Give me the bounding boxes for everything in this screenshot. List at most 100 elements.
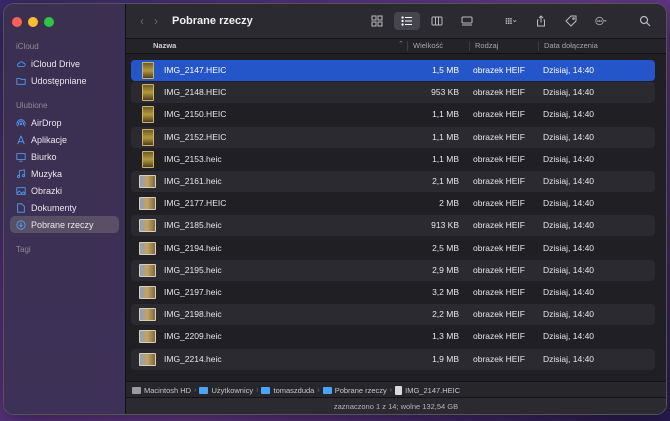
gallery-view-button[interactable] (454, 12, 480, 30)
tags-button[interactable] (558, 12, 584, 30)
list-view-button[interactable] (394, 12, 420, 30)
window-controls (4, 14, 125, 30)
file-date: Dzisiaj, 14:40 (543, 220, 595, 231)
path-crumb[interactable]: tomaszduda (261, 386, 314, 395)
file-name: IMG_2185.heic (164, 220, 222, 231)
image-thumbnail-icon (142, 84, 154, 102)
status-bar: zaznaczono 1 z 14; wolne 132,54 GB (126, 397, 666, 414)
path-crumb[interactable]: Pobrane rzeczy (322, 386, 387, 395)
sidebar-item[interactable]: Obrazki (10, 182, 119, 199)
column-size[interactable]: Wielkość (413, 41, 443, 50)
file-size: 2 MB (439, 198, 459, 209)
file-date: Dzisiaj, 14:40 (543, 87, 595, 98)
file-date: Dzisiaj, 14:40 (543, 287, 595, 297)
music-icon (16, 168, 26, 179)
sidebar-item[interactable]: Pobrane rzeczy (10, 216, 119, 233)
sidebar-item-label: Biurko (31, 151, 57, 162)
sidebar-item[interactable]: iCloud Drive (10, 55, 119, 72)
file-kind: obrazek HEIF (473, 287, 525, 297)
file-kind: obrazek HEIF (473, 153, 525, 164)
shared-folder-icon (16, 76, 26, 86)
documents-icon (16, 202, 26, 213)
sidebar-item[interactable]: Muzyka (10, 165, 119, 182)
file-row[interactable]: IMG_2161.heic 2,1 MB obrazek HEIF Dzisiaj, … (131, 171, 655, 192)
file-row[interactable]: IMG_2148.HEIC 953 KB obrazek HEIF Dzisiaj, … (131, 82, 655, 104)
sidebar-item[interactable]: Aplikacje (10, 131, 119, 148)
forward-arrow-icon[interactable]: › (154, 14, 158, 28)
folder-icon (199, 386, 209, 394)
file-row[interactable]: IMG_2194.heic 2,5 MB obrazek HEIF Dzisiaj, … (131, 238, 655, 259)
image-thumbnail-icon (142, 128, 154, 146)
file-name: IMG_2214.heic (164, 353, 222, 364)
file-row[interactable]: IMG_2209.heic 1,3 MB obrazek HEIF Dzisiaj, … (131, 326, 655, 347)
zoom-button[interactable] (44, 17, 54, 27)
folder-icon (261, 386, 271, 394)
back-arrow-icon[interactable]: ‹ (140, 14, 144, 28)
file-name: IMG_2147.HEIC (164, 65, 227, 75)
file-name: IMG_2195.heic (164, 264, 222, 275)
file-size: 1,1 MB (432, 153, 459, 164)
file-row[interactable]: IMG_2147.HEIC 1,5 MB obrazek HEIF Dzisiaj, … (131, 60, 655, 81)
sidebar-item-label: Muzyka (31, 168, 63, 179)
share-button[interactable] (528, 12, 554, 30)
search-button[interactable] (632, 12, 658, 30)
file-name: IMG_2148.HEIC (164, 87, 227, 98)
file-row[interactable]: IMG_2185.heic 913 KB obrazek HEIF Dzisiaj, … (131, 215, 655, 237)
icon-view-button[interactable] (364, 12, 390, 30)
file-name: IMG_2194.heic (164, 242, 222, 253)
share-icon (537, 15, 545, 27)
sidebar-section-title: iCloud (16, 42, 39, 51)
file-size: 2,2 MB (432, 309, 459, 320)
file-name: IMG_2161.heic (164, 176, 222, 186)
sidebar-item[interactable]: AirDrop (10, 114, 119, 131)
sidebar-item[interactable]: Biurko (10, 148, 119, 165)
sidebar-item-label: Obrazki (31, 185, 63, 196)
column-view-button[interactable] (424, 12, 450, 30)
file-size: 3,2 MB (432, 287, 459, 297)
sidebar-item-label: Aplikacje (31, 134, 68, 145)
path-crumb[interactable]: IMG_2147.HEIC (395, 385, 460, 395)
column-kind[interactable]: Rodzaj (475, 41, 498, 50)
more-actions-button[interactable] (588, 12, 614, 30)
grid-icon (371, 15, 383, 27)
toolbar: ‹ › Pobrane rzeczy (126, 4, 666, 39)
path-crumb[interactable]: Macintosh HD (132, 386, 191, 395)
sort-chevron-icon[interactable]: ⌃ (398, 40, 404, 48)
image-thumbnail-icon (139, 241, 156, 255)
finder-window: iCloud iCloud Drive Udostępniane Ulubione Ai… (4, 4, 666, 414)
sidebar-item[interactable]: Dokumenty (10, 199, 119, 216)
file-name: IMG_2198.heic (164, 309, 222, 320)
file-kind: obrazek HEIF (473, 264, 525, 275)
file-name: IMG_2153.heic (164, 153, 222, 164)
file-kind: obrazek HEIF (473, 176, 525, 186)
file-kind: obrazek HEIF (473, 198, 525, 209)
file-row[interactable]: IMG_2197.heic 3,2 MB obrazek HEIF Dzisiaj, … (131, 282, 655, 303)
sidebar-sections: iCloud iCloud Drive Udostępniane Ulubione Ai… (4, 42, 125, 254)
file-row[interactable]: IMG_2152.HEIC 1,1 MB obrazek HEIF Dzisiaj, … (131, 126, 655, 148)
file-row[interactable]: IMG_2195.heic 2,9 MB obrazek HEIF Dzisiaj, … (131, 259, 655, 281)
file-kind: obrazek HEIF (473, 87, 525, 98)
file-row[interactable]: IMG_2153.heic 1,1 MB obrazek HEIF Dzisiaj, … (131, 149, 655, 170)
file-size: 953 KB (431, 87, 459, 98)
file-name: IMG_2150.HEIC (164, 109, 227, 120)
close-button[interactable] (12, 17, 22, 27)
file-row[interactable]: IMG_2214.heic 1,9 MB obrazek HEIF Dzisiaj, … (131, 348, 655, 370)
gallery-icon (461, 16, 473, 26)
airdrop-icon (16, 118, 26, 128)
sidebar-section-title: Tagi (16, 245, 31, 254)
sidebar-item[interactable]: Udostępniane (10, 72, 119, 89)
column-date[interactable]: Data dołączenia (544, 41, 598, 50)
file-size: 1,9 MB (432, 353, 459, 364)
file-row[interactable]: IMG_2150.HEIC 1,1 MB obrazek HEIF Dzisiaj, … (131, 104, 655, 125)
file-row[interactable]: IMG_2198.heic 2,2 MB obrazek HEIF Dzisiaj, … (131, 304, 655, 326)
pictures-icon (16, 186, 26, 196)
file-row[interactable]: IMG_2177.HEIC 2 MB obrazek HEIF Dzisiaj, 14… (131, 193, 655, 214)
group-button[interactable] (498, 12, 524, 30)
path-crumb[interactable]: Użytkownicy (199, 386, 253, 395)
minimize-button[interactable] (28, 17, 38, 27)
group-grid-icon (505, 18, 517, 24)
image-thumbnail-icon (139, 286, 156, 299)
sidebar: iCloud iCloud Drive Udostępniane Ulubione Ai… (4, 4, 126, 414)
sidebar-item-label: Pobrane rzeczy (31, 219, 94, 230)
column-name[interactable]: Nazwa (153, 41, 176, 50)
